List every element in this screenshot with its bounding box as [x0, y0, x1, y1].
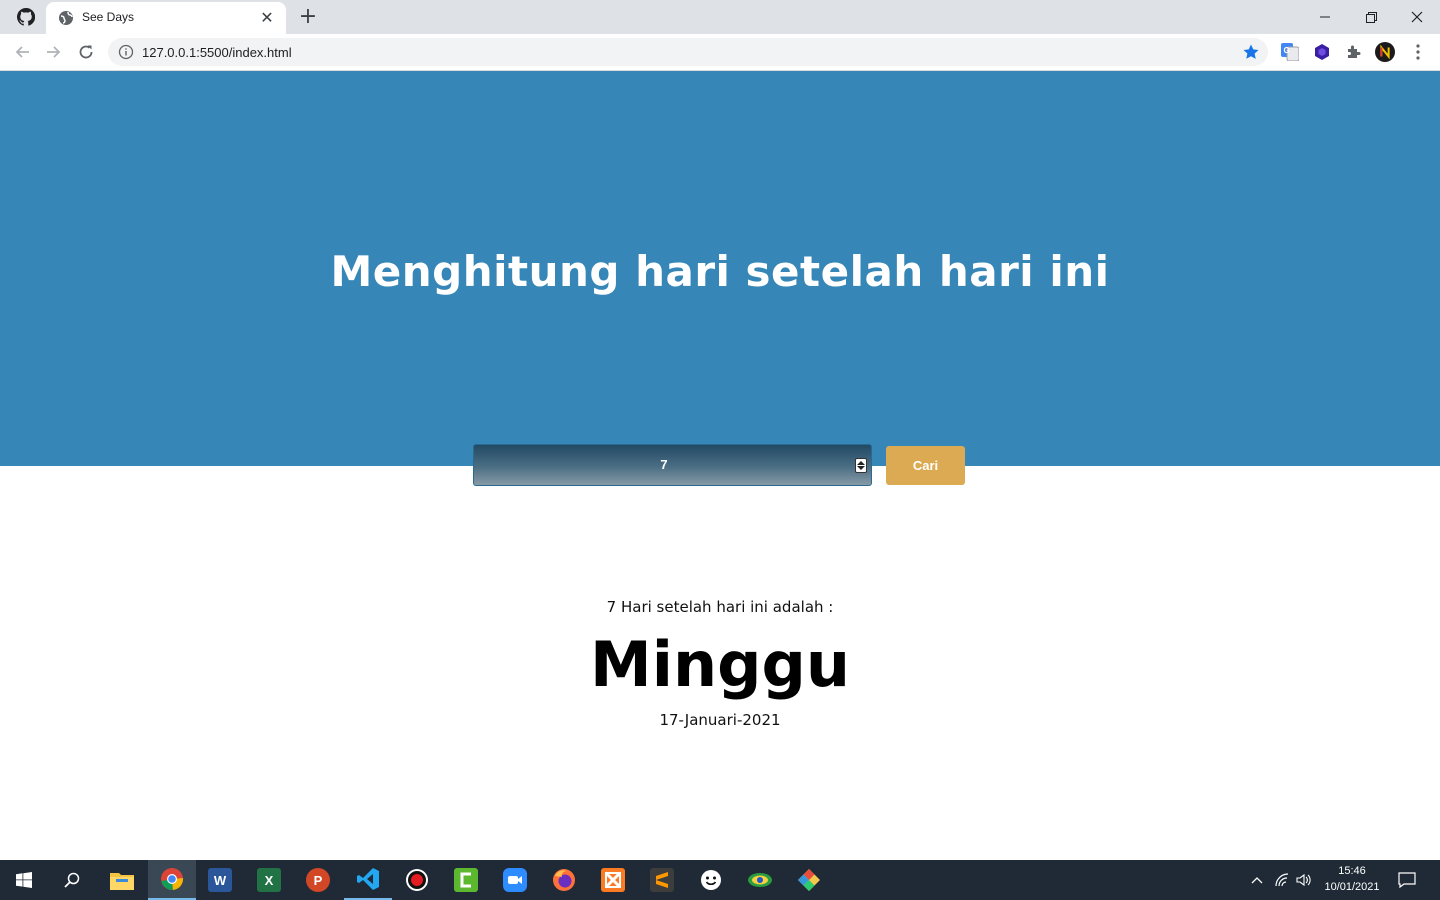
days-input-value: 7: [660, 457, 668, 472]
system-clock[interactable]: 15:46 10/01/2021: [1318, 863, 1386, 895]
sublime-icon[interactable]: [638, 860, 686, 900]
chevron-up-icon[interactable]: [1246, 860, 1268, 900]
reload-icon[interactable]: [74, 40, 98, 64]
days-number-input[interactable]: 7: [473, 444, 872, 486]
app-icon[interactable]: [736, 860, 784, 900]
info-icon[interactable]: [118, 44, 134, 60]
wifi-icon[interactable]: [1272, 860, 1292, 900]
search-icon[interactable]: [48, 860, 96, 900]
word-icon[interactable]: W: [196, 860, 244, 900]
tab-title: See Days: [82, 10, 135, 24]
recorder-icon[interactable]: [393, 860, 441, 900]
active-tab[interactable]: See Days ✕: [46, 2, 286, 34]
github-icon[interactable]: [16, 7, 36, 27]
zoom-icon[interactable]: [491, 860, 539, 900]
close-tab-icon[interactable]: ✕: [258, 9, 276, 27]
volume-icon[interactable]: [1294, 860, 1314, 900]
clock-time: 15:46: [1338, 865, 1366, 877]
result-day: Minggu: [590, 628, 850, 701]
number-spinner[interactable]: [855, 458, 867, 473]
spinner-up-icon[interactable]: [857, 461, 865, 465]
git-icon[interactable]: [785, 860, 833, 900]
kebab-menu-icon[interactable]: [1408, 42, 1428, 62]
extensions-puzzle-icon[interactable]: [1344, 42, 1364, 62]
svg-text:G: G: [1284, 46, 1290, 55]
firefox-icon[interactable]: [540, 860, 588, 900]
chrome-icon[interactable]: [148, 860, 196, 900]
excel-icon[interactable]: X: [245, 860, 293, 900]
notification-icon[interactable]: [1396, 860, 1418, 900]
forward-icon[interactable]: [42, 40, 66, 64]
close-window-icon[interactable]: [1394, 4, 1440, 30]
result-date: 17-Januari-2021: [659, 711, 781, 729]
result-label: 7 Hari setelah hari ini adalah :: [606, 598, 834, 616]
search-button[interactable]: Cari: [886, 446, 965, 485]
xampp-icon[interactable]: [589, 860, 637, 900]
back-icon[interactable]: [10, 40, 34, 64]
address-bar[interactable]: 127.0.0.1:5500/index.html: [108, 38, 1268, 66]
vscode-icon[interactable]: [344, 860, 392, 900]
url-text: 127.0.0.1:5500/index.html: [142, 45, 292, 60]
clock-date: 10/01/2021: [1324, 881, 1380, 893]
new-tab-button[interactable]: +: [298, 6, 318, 28]
hero-banner: Menghitung hari setelah hari ini: [0, 71, 1440, 466]
translate-icon[interactable]: G: [1280, 42, 1300, 62]
profile-avatar-icon[interactable]: [1375, 42, 1395, 62]
bookmark-star-icon[interactable]: [1242, 43, 1260, 61]
extension-hex-icon[interactable]: [1312, 42, 1332, 62]
windows-taskbar: W X P 15:46 10/01/2021: [0, 860, 1440, 900]
browser-tab-strip: See Days ✕ +: [0, 0, 1440, 34]
page-title: Menghitung hari setelah hari ini: [330, 247, 1110, 296]
file-explorer-icon[interactable]: [98, 860, 146, 900]
powerpoint-icon[interactable]: P: [294, 860, 342, 900]
emoji-app-icon[interactable]: [687, 860, 735, 900]
camtasia-icon[interactable]: [442, 860, 490, 900]
browser-toolbar: 127.0.0.1:5500/index.html G: [0, 34, 1440, 71]
minimize-icon[interactable]: [1302, 4, 1348, 30]
spinner-down-icon[interactable]: [857, 466, 865, 470]
restore-icon[interactable]: [1348, 4, 1394, 30]
start-icon[interactable]: [0, 860, 48, 900]
globe-icon: [59, 11, 73, 25]
